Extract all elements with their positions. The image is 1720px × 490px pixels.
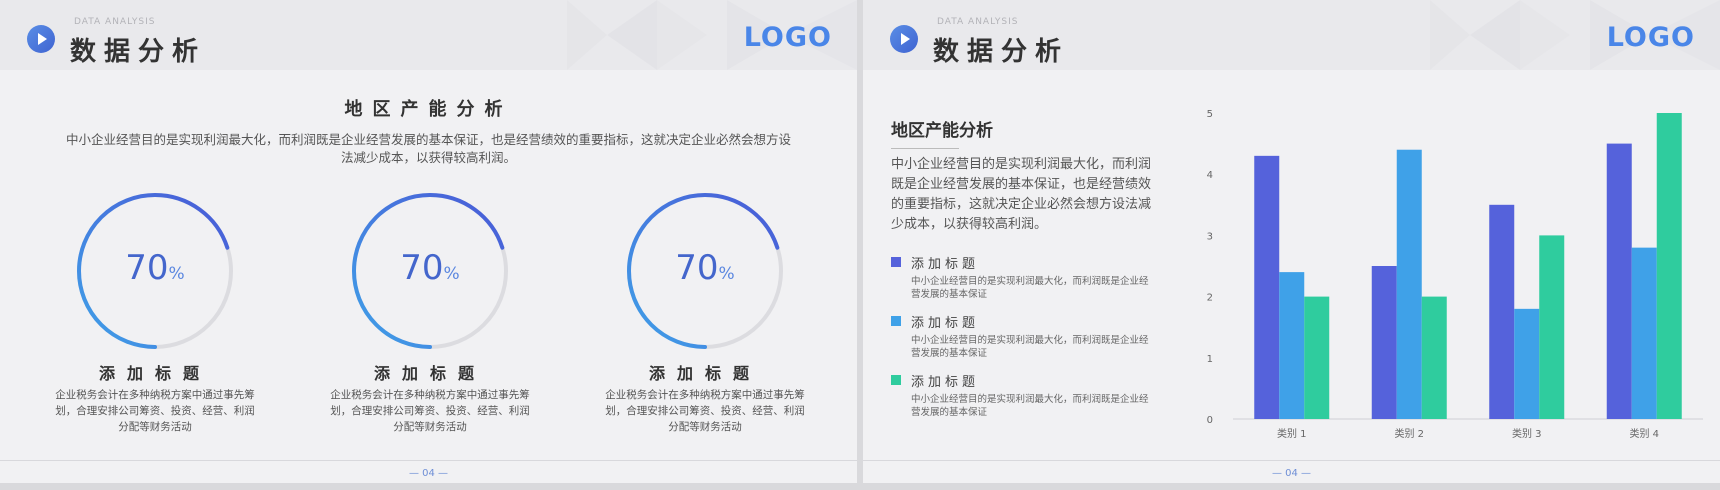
y-tick-label: 3 (1207, 231, 1213, 242)
section-description: 中小企业经营目的是实现利润最大化，而利润既是企业经营发展的基本保证，也是经营绩效… (65, 132, 791, 165)
header-subtitle: DATA ANALYSIS (74, 17, 156, 27)
y-tick-label: 5 (1207, 109, 1213, 120)
legend-swatch (891, 316, 901, 326)
item-description: 企业税务会计在多种纳税方案中通过事先筹划，合理安排公司筹资、投资、经营、利润分配… (605, 389, 805, 433)
x-tick-label: 类别 4 (1629, 427, 1659, 440)
legend-title: 添加标题 (911, 316, 980, 331)
bar (1304, 296, 1330, 419)
slide-footer: — 04 — (0, 460, 857, 483)
bar (1254, 155, 1280, 419)
y-tick-label: 4 (1207, 170, 1213, 181)
legend-description: 中小企业经营目的是实现利润最大化，而利润既是企业经营发展的基本保证 (911, 394, 1149, 418)
legend-title: 添加标题 (911, 375, 980, 390)
progress-value: 70% (400, 248, 460, 288)
legend-title: 添加标题 (911, 257, 980, 272)
legend-description: 中小企业经营目的是实现利润最大化，而利润既是企业经营发展的基本保证 (911, 335, 1149, 359)
legend-description: 中小企业经营目的是实现利润最大化，而利润既是企业经营发展的基本保证 (911, 276, 1149, 300)
legend-swatch (891, 375, 901, 385)
logo: LOGO (1606, 22, 1695, 53)
title-divider (891, 148, 959, 149)
header-title: 数据分析 (70, 37, 207, 67)
progress-value: 70% (675, 248, 735, 288)
item-title: 添加标题 (373, 364, 486, 383)
progress-value: 70% (125, 248, 185, 288)
bar (1279, 272, 1305, 419)
slide-right: DATA ANALYSIS 数据分析 LOGO 地区产能分析 中小企业经营目的是… (863, 0, 1720, 483)
header-title: 数据分析 (933, 37, 1070, 67)
slide-header: DATA ANALYSIS 数据分析 LOGO (0, 0, 857, 70)
item-title: 添加标题 (648, 364, 761, 383)
bar (1371, 266, 1397, 419)
bar (1606, 143, 1632, 419)
section-title: 地区产能分析 (344, 99, 513, 120)
progress-ring: 70% (74, 190, 236, 352)
item-description: 企业税务会计在多种纳税方案中通过事先筹划，合理安排公司筹资、投资、经营、利润分配… (330, 389, 530, 433)
item-description: 企业税务会计在多种纳税方案中通过事先筹划，合理安排公司筹资、投资、经营、利润分配… (55, 389, 255, 433)
section-description: 中小企业经营目的是实现利润最大化，而利润既是企业经营发展的基本保证，也是经营绩效… (891, 157, 1152, 232)
bar-chart: 0 1 2 3 4 5 类别 1 类别 2 类别 3 类别 4 (1207, 109, 1703, 440)
slide-left: DATA ANALYSIS 数据分析 LOGO 地区产能分析 中小企业经营目的是… (0, 0, 857, 483)
y-tick-label: 2 (1207, 293, 1213, 304)
bar (1396, 149, 1422, 419)
header-subtitle: DATA ANALYSIS (937, 17, 1019, 27)
y-tick-label: 1 (1207, 354, 1213, 365)
progress-ring: 70% (349, 190, 511, 352)
slide-header: DATA ANALYSIS 数据分析 LOGO (863, 0, 1720, 70)
legend-swatch (891, 257, 901, 267)
page-number: — 04 — (1271, 468, 1312, 479)
slide-footer: — 04 — (863, 460, 1720, 483)
x-tick-label: 类别 2 (1394, 427, 1424, 440)
play-icon (890, 25, 918, 53)
bar (1489, 204, 1515, 419)
page-number: — 04 — (408, 468, 449, 479)
x-tick-label: 类别 3 (1512, 427, 1542, 440)
bar (1656, 113, 1682, 419)
y-tick-label: 0 (1207, 415, 1213, 426)
item-title: 添加标题 (98, 364, 211, 383)
bar (1421, 296, 1447, 419)
bar (1514, 308, 1540, 419)
x-tick-label: 类别 1 (1277, 427, 1307, 440)
section-title: 地区产能分析 (891, 121, 993, 141)
progress-ring: 70% (624, 190, 786, 352)
play-icon (27, 25, 55, 53)
logo: LOGO (743, 22, 832, 53)
bar (1539, 235, 1565, 419)
bar (1631, 247, 1657, 419)
